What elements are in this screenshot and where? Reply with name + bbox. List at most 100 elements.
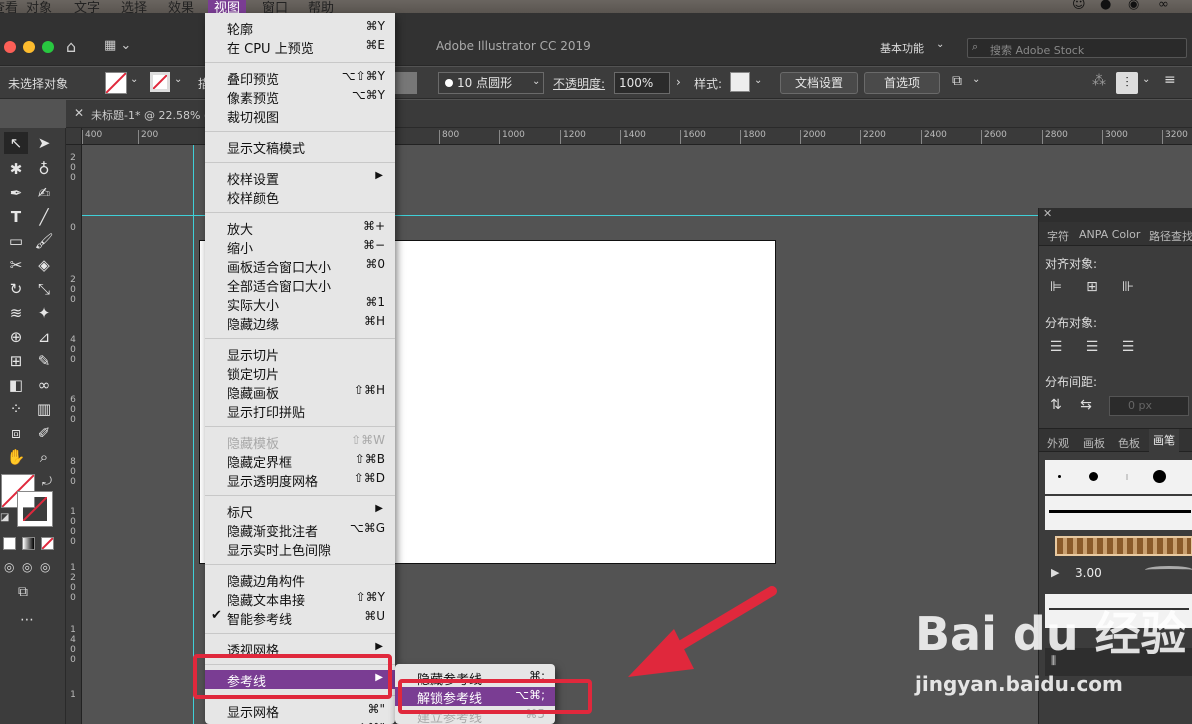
zoom-tool-icon[interactable]: ⌕ xyxy=(32,446,56,468)
view-menu-item[interactable]: 叠印预览 ⌥⇧⌘Y xyxy=(205,68,395,88)
spacing-vertical-icon[interactable]: ⇅ xyxy=(1047,396,1065,414)
curvature-tool-icon[interactable]: ✍ xyxy=(32,182,56,204)
tab-brushes[interactable]: 画笔 xyxy=(1149,429,1179,453)
ruler-origin[interactable] xyxy=(66,128,82,145)
chevron-right-icon[interactable]: › xyxy=(676,75,681,89)
distribute-center-icon[interactable]: ☰ xyxy=(1083,338,1101,356)
status-icon-3[interactable]: ◉ xyxy=(1128,0,1139,12)
chevron-down-icon[interactable]: ⌄ xyxy=(130,74,138,85)
graphic-style-swatch[interactable] xyxy=(730,72,750,92)
align-right-icon[interactable]: ⊪ xyxy=(1119,278,1137,296)
view-menu-item[interactable]: 实际大小 ⌘1 xyxy=(205,294,395,314)
rotate-tool-icon[interactable]: ↻ xyxy=(4,278,28,300)
workspace-switcher[interactable]: 基本功能 xyxy=(880,40,924,56)
paintbrush-icon[interactable]: 🖌 xyxy=(32,230,56,252)
chevron-down-icon[interactable]: ⌄ xyxy=(532,76,540,87)
view-menu-item[interactable]: 裁切视图 xyxy=(205,106,395,126)
view-menu-item[interactable]: 放大 ⌘+ xyxy=(205,218,395,238)
opacity-input[interactable]: 100% xyxy=(614,72,670,94)
eyedropper-icon[interactable]: ✎ xyxy=(32,350,56,372)
tab-swatches[interactable]: 色板 xyxy=(1118,435,1140,451)
view-menu-item[interactable]: 隐藏边角构件 xyxy=(205,570,395,590)
stroke-color-box[interactable] xyxy=(17,491,53,527)
draw-behind-icon[interactable]: ◎ xyxy=(22,560,32,574)
align-left-icon[interactable]: ⊫ xyxy=(1047,278,1065,296)
direct-selection-tool-icon[interactable]: ➤ xyxy=(32,132,56,154)
tab-character[interactable]: 字符 xyxy=(1047,228,1069,244)
brush-definition-dropdown[interactable]: 10 点圆形 xyxy=(438,72,544,94)
view-menu-item[interactable]: 全部适合窗口大小 xyxy=(205,275,395,295)
gradient-mode-icon[interactable] xyxy=(22,537,35,550)
align-center-icon[interactable]: ⊞ xyxy=(1083,278,1101,296)
arrange-icon[interactable]: ⧉ xyxy=(952,73,962,89)
stroke-swatch[interactable] xyxy=(150,72,170,92)
view-menu-item[interactable]: 校样颜色 xyxy=(205,187,395,207)
view-menu-item[interactable]: 隐藏文本串接 ⇧⌘Y xyxy=(205,589,395,609)
align-panel-icon[interactable]: ⫶ xyxy=(1116,72,1138,94)
view-menu-item[interactable]: 显示打印拼贴 xyxy=(205,401,395,421)
panel-header[interactable]: ✕ xyxy=(1039,207,1192,222)
preferences-button[interactable]: 首选项 xyxy=(864,72,940,94)
rectangle-tool-icon[interactable]: ▭ xyxy=(4,230,28,252)
screen-mode-icon[interactable]: ⧉ xyxy=(18,584,28,600)
line-tool-icon[interactable]: ╱ xyxy=(32,206,56,228)
chevron-down-icon[interactable]: ⌄ xyxy=(936,39,944,50)
close-icon[interactable]: ✕ xyxy=(74,106,84,120)
view-menu-item[interactable]: 隐藏定界框 ⇧⌘B xyxy=(205,451,395,471)
width-tool-icon[interactable]: ≋ xyxy=(4,302,28,324)
blend-tool-icon[interactable]: ∞ xyxy=(32,374,56,396)
distribute-bottom-icon[interactable]: ☰ xyxy=(1119,338,1137,356)
view-menu-item[interactable]: 标尺 ▶ xyxy=(205,501,395,521)
menu-type[interactable]: 文字 xyxy=(74,0,100,13)
view-menu-item[interactable]: 对齐网格⇧⌘" xyxy=(205,720,395,724)
slice-tool-icon[interactable]: ✐ xyxy=(32,422,56,444)
view-menu-item[interactable]: 缩小 ⌘− xyxy=(205,237,395,257)
menu-view-prev[interactable]: 查看 xyxy=(0,0,18,13)
menu-window[interactable]: 窗口 xyxy=(262,0,288,13)
draw-normal-icon[interactable]: ◎ xyxy=(4,560,14,574)
grid-icon[interactable]: ⁂ xyxy=(1092,73,1106,89)
zoom-window-button[interactable] xyxy=(42,41,54,53)
eraser-icon[interactable]: ◈ xyxy=(32,254,56,276)
close-icon[interactable]: ✕ xyxy=(1043,207,1052,220)
view-menu-item[interactable]: 轮廓 ⌘Y xyxy=(205,18,395,38)
tab-anpa-color[interactable]: ANPA Color xyxy=(1079,228,1140,241)
minimize-window-button[interactable] xyxy=(23,41,35,53)
vertical-guide[interactable] xyxy=(193,145,194,724)
brush-dot-light[interactable] xyxy=(1126,474,1128,480)
lasso-icon[interactable]: ♁ xyxy=(32,158,56,180)
artboard-tool-icon[interactable]: ⧈ xyxy=(4,422,28,444)
variable-width-profile[interactable] xyxy=(395,72,417,94)
view-menu-item[interactable]: 显示透明度网格 ⇧⌘D xyxy=(205,470,395,490)
chevron-down-icon[interactable]: ⌄ xyxy=(754,75,762,86)
view-menu-item[interactable]: 隐藏模板 ⇧⌘W xyxy=(205,432,395,452)
menu-lines-icon[interactable]: ≡ xyxy=(1164,72,1176,88)
fill-swatch[interactable] xyxy=(105,72,127,94)
gradient-tool-icon[interactable]: ◧ xyxy=(4,374,28,396)
shape-builder-icon[interactable]: ⊕ xyxy=(4,326,28,348)
default-colors-icon[interactable]: ◪ xyxy=(0,512,9,523)
brush-dot-small[interactable] xyxy=(1058,475,1061,478)
puppet-warp-icon[interactable]: ✦ xyxy=(32,302,56,324)
distribute-top-icon[interactable]: ☰ xyxy=(1047,338,1065,356)
brush-dot-medium[interactable] xyxy=(1089,472,1098,481)
tab-pathfinder[interactable]: 路径查找 xyxy=(1149,228,1192,244)
color-mode-icon[interactable] xyxy=(3,537,16,550)
view-menu-item[interactable]: 隐藏画板 ⇧⌘H xyxy=(205,382,395,402)
menu-effect[interactable]: 效果 xyxy=(168,0,194,13)
menu-object[interactable]: 对象 xyxy=(26,0,52,13)
menu-view[interactable]: 视图 xyxy=(208,0,247,13)
spacing-input[interactable]: 0 px xyxy=(1109,396,1189,416)
document-tab-title[interactable]: 未标题-1* @ 22.58% (R xyxy=(91,107,216,123)
chevron-down-icon[interactable]: ⌄ xyxy=(1142,74,1150,85)
hand-tool-icon[interactable]: ✋ xyxy=(4,446,28,468)
draw-inside-icon[interactable]: ◎ xyxy=(40,560,50,574)
home-icon[interactable]: ⌂ xyxy=(66,37,76,56)
view-menu-item[interactable]: 在 CPU 上预览 ⌘E xyxy=(205,37,395,57)
more-tools-icon[interactable]: ⋯ xyxy=(20,612,34,628)
shaper-tool-icon[interactable]: ✂ xyxy=(4,254,28,276)
selection-tool-icon[interactable]: ↖ xyxy=(4,132,28,154)
column-graph-icon[interactable]: ▥ xyxy=(32,398,56,420)
pattern-brush[interactable] xyxy=(1055,536,1192,556)
mesh-tool-icon[interactable]: ⊞ xyxy=(4,350,28,372)
